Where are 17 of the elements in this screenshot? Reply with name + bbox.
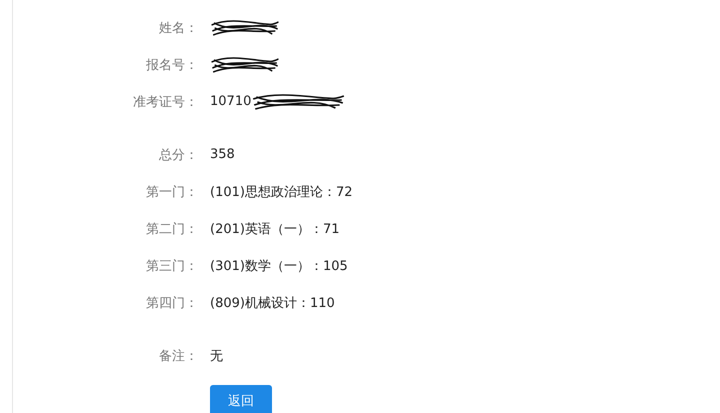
field-label: 第二门： bbox=[145, 220, 198, 238]
field-label: 第三门： bbox=[145, 258, 198, 274]
field-value: (301)数学（一）：105 bbox=[210, 258, 348, 274]
field-label: 第一门： bbox=[145, 184, 198, 200]
field-value: 358 bbox=[210, 147, 235, 162]
field-label: 总分： bbox=[158, 146, 198, 164]
field-value: (201)英语（一）：71 bbox=[210, 220, 340, 238]
field-value: 10710 bbox=[210, 94, 252, 109]
field-value: (101)思想政治理论：72 bbox=[210, 184, 352, 200]
back-button[interactable]: 返回 bbox=[210, 385, 272, 413]
field-label: 报名号： bbox=[145, 56, 198, 74]
field-label: 备注： bbox=[158, 348, 198, 364]
field-label: 第四门： bbox=[145, 294, 198, 312]
field-label: 姓名： bbox=[158, 20, 198, 36]
field-label: 准考证号： bbox=[132, 94, 198, 110]
field-value: (809)机械设计：110 bbox=[210, 294, 335, 312]
field-value: 无 bbox=[210, 348, 223, 364]
